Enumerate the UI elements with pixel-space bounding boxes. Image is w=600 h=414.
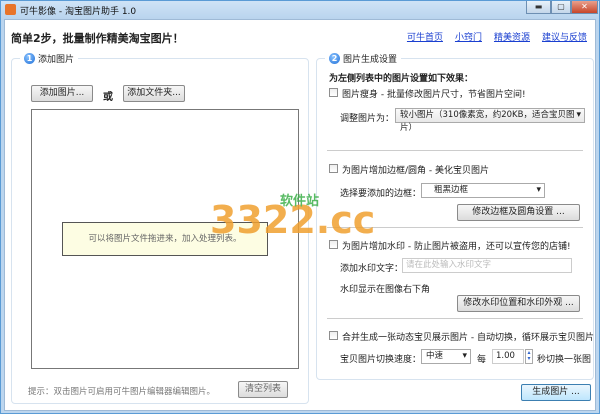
clear-list-button[interactable]: 清空列表 — [238, 381, 288, 398]
border-select[interactable]: 粗黑边框 — [421, 183, 545, 198]
link-feedback[interactable]: 建议与反馈 — [542, 30, 587, 43]
watermark-checkbox[interactable] — [329, 240, 338, 249]
resize-field-label: 调整图片为： — [340, 114, 395, 124]
speed-label: 宝贝图片切换速度： — [340, 355, 422, 365]
app-window: 可牛影像 - 淘宝图片助手 1.0 ▬ ▢ ✕ 简单2步，批量制作精美淘宝图片！… — [0, 0, 600, 414]
merge-label: 合并生成一张动态宝贝展示图片 - 自动切换，循环展示宝贝图片 — [342, 333, 594, 343]
border-checkbox[interactable] — [329, 164, 338, 173]
maximize-button[interactable]: ▢ — [551, 1, 571, 14]
resize-label: 图片瘦身 - 批量修改图片尺寸，节省图片空间! — [342, 90, 526, 100]
watermark-field-label: 添加水印文字： — [340, 264, 404, 274]
image-list[interactable]: 可以将图片文件拖进来，加入处理列表。 — [31, 109, 299, 369]
border-label: 为图片增加边框/圆角 - 美化宝贝图片 — [342, 166, 490, 176]
window-title: 可牛影像 - 淘宝图片助手 1.0 — [20, 7, 137, 17]
minimize-button[interactable]: ▬ — [526, 1, 551, 14]
link-home[interactable]: 可牛首页 — [407, 30, 443, 43]
border-field-label: 选择要添加的边框： — [340, 189, 422, 199]
watermark-position-text: 水印显示在图像右下角 — [340, 285, 431, 295]
header-links: 可牛首页 小窍门 精美资源 建议与反馈 — [407, 30, 587, 43]
client-area: 简单2步，批量制作精美淘宝图片！ 可牛首页 小窍门 精美资源 建议与反馈 1 添加… — [4, 19, 596, 411]
add-images-group: 1 添加图片 添加图片... 或 添加文件夹... 可以将图片文件拖进来，加入处理… — [11, 52, 309, 404]
step-1-icon: 1 — [24, 53, 35, 64]
drop-hint: 可以将图片文件拖进来，加入处理列表。 — [62, 222, 268, 256]
group-title: 图片生成设置 — [343, 55, 398, 65]
headline: 简单2步，批量制作精美淘宝图片！ — [11, 32, 184, 45]
or-label: 或 — [103, 92, 113, 103]
seconds-suffix: 秒切换一张图 — [537, 355, 592, 365]
speed-select[interactable]: 中速 — [421, 349, 471, 364]
every-label: 每 — [477, 355, 487, 365]
seconds-spinner[interactable]: ▴ ▾ — [525, 349, 533, 364]
merge-checkbox[interactable] — [329, 331, 338, 340]
settings-group: 2 图片生成设置 为左侧列表中的图片设置如下效果： 图片瘦身 - 批量修改图片尺寸… — [316, 52, 594, 380]
watermark-text-input[interactable]: 请在此处输入水印文字 — [402, 258, 572, 273]
add-images-button[interactable]: 添加图片... — [31, 85, 93, 102]
app-icon — [5, 4, 16, 15]
footer-tip: 提示：双击图片可启用可牛图片编辑器编辑图片。 — [28, 387, 216, 397]
group-title: 添加图片 — [38, 55, 75, 65]
watermark-settings-button[interactable]: 修改水印位置和水印外观 ... — [457, 295, 580, 312]
generate-button[interactable]: 生成图片 ... — [521, 384, 591, 401]
title-bar: 可牛影像 - 淘宝图片助手 1.0 ▬ ▢ ✕ — [1, 1, 599, 18]
step-2-icon: 2 — [329, 53, 340, 64]
border-settings-button[interactable]: 修改边框及圆角设置 ... — [457, 204, 580, 221]
close-button[interactable]: ✕ — [571, 1, 598, 14]
add-folder-button[interactable]: 添加文件夹... — [123, 85, 185, 102]
settings-intro: 为左侧列表中的图片设置如下效果： — [329, 74, 474, 84]
seconds-input[interactable]: 1.00 — [492, 349, 524, 364]
watermark-label: 为图片增加水印 - 防止图片被盗用，还可以宣传您的店铺! — [342, 242, 571, 252]
resize-checkbox[interactable] — [329, 88, 338, 97]
resize-select[interactable]: 较小图片（310像素宽，约20KB，适合宝贝图片） — [395, 108, 585, 133]
link-resources[interactable]: 精美资源 — [494, 30, 530, 43]
link-tips[interactable]: 小窍门 — [455, 30, 482, 43]
